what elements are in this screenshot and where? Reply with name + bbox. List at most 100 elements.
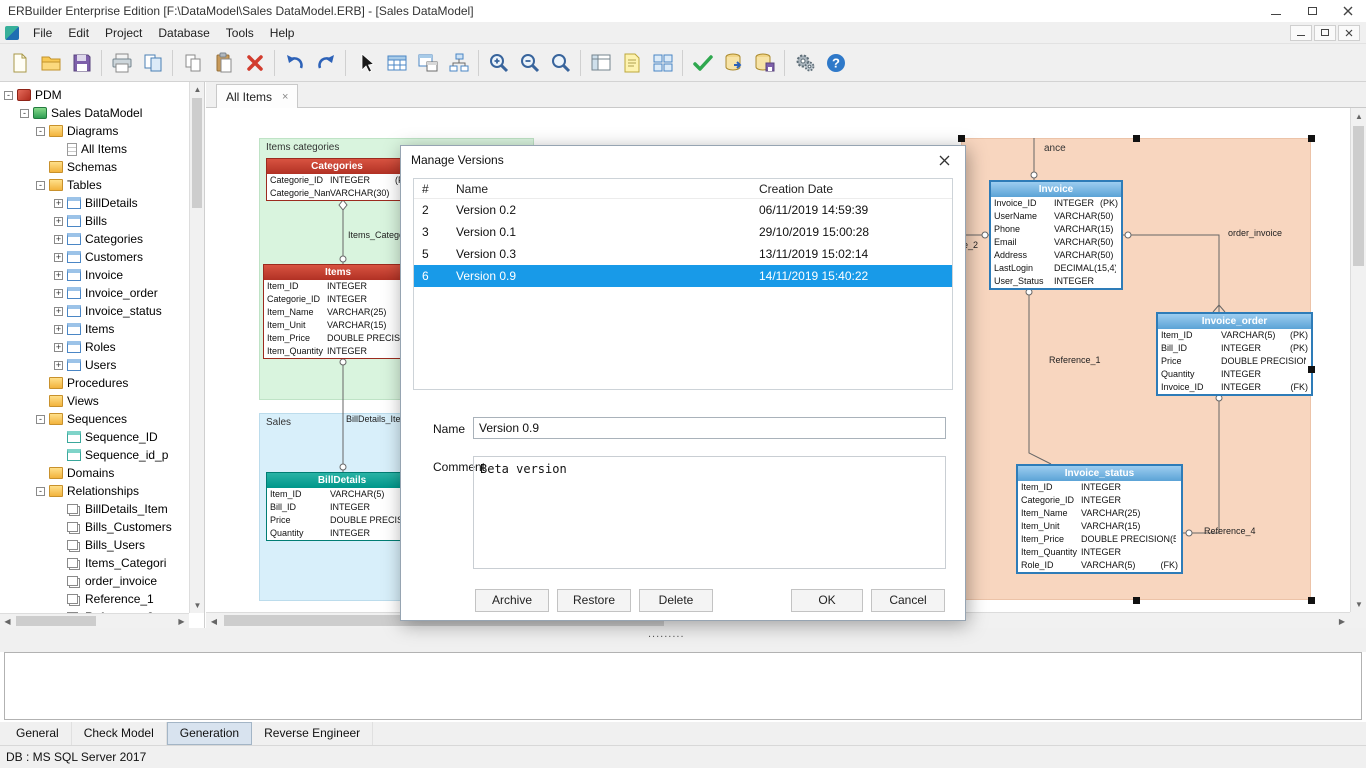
bottom-tab[interactable]: Check Model (72, 722, 167, 745)
tree-expander-icon[interactable] (36, 127, 45, 136)
minimize-button[interactable] (1258, 0, 1294, 22)
tree-item[interactable]: Roles (0, 338, 189, 356)
pointer-tool-button[interactable] (350, 48, 381, 78)
tab-close-icon[interactable] (282, 91, 288, 103)
scrollbar-thumb[interactable] (1353, 126, 1364, 266)
tree-item[interactable]: Invoice (0, 266, 189, 284)
tree-item[interactable]: order_invoice (0, 572, 189, 590)
splitter-grip[interactable]: ......... (648, 628, 685, 640)
bottom-tab[interactable]: Reverse Engineer (252, 722, 373, 745)
comment-input[interactable]: Beta version (473, 456, 946, 569)
scroll-left-icon[interactable] (206, 613, 222, 628)
zoom-in-button[interactable] (483, 48, 514, 78)
tree-item[interactable]: Sequence_ID (0, 428, 189, 446)
cancel-button[interactable]: Cancel (871, 589, 945, 612)
menu-item[interactable]: Project (97, 22, 150, 43)
canvas-vertical-scrollbar[interactable] (1350, 108, 1366, 612)
tree-item[interactable]: Users (0, 356, 189, 374)
tree-item[interactable]: Categories (0, 230, 189, 248)
tab-all-items[interactable]: All Items (216, 84, 298, 108)
mdi-minimize-button[interactable] (1290, 25, 1312, 41)
entity-billdetails[interactable]: BillDetails Item_IDVARCHAR(5)(PBill_IDIN… (266, 472, 418, 541)
tree-item[interactable]: Bills (0, 212, 189, 230)
tree-expander-icon[interactable] (54, 343, 63, 352)
delete-button[interactable] (239, 48, 270, 78)
scroll-down-icon[interactable] (190, 598, 205, 613)
entity-items[interactable]: Items Item_IDINTEGERCategorie_IDINTEGERI… (263, 264, 413, 359)
help-button[interactable]: ? (820, 48, 851, 78)
open-button[interactable] (35, 48, 66, 78)
tree-expander-icon[interactable] (54, 307, 63, 316)
menu-item[interactable]: Edit (60, 22, 97, 43)
tree-expander-icon[interactable] (4, 91, 13, 100)
name-input[interactable] (473, 417, 946, 439)
tree-horizontal-scrollbar[interactable] (0, 613, 189, 628)
zoom-out-button[interactable] (514, 48, 545, 78)
tree-item[interactable]: Procedures (0, 374, 189, 392)
undo-button[interactable] (279, 48, 310, 78)
print-button[interactable] (106, 48, 137, 78)
close-button[interactable] (1330, 0, 1366, 22)
scrollbar-thumb[interactable] (16, 616, 96, 626)
tree-item[interactable]: Diagrams (0, 122, 189, 140)
tree-item[interactable]: Sequences (0, 410, 189, 428)
ok-button[interactable]: OK (791, 589, 863, 612)
tree-item[interactable]: Bills_Users (0, 536, 189, 554)
tree-item[interactable]: PDM (0, 86, 189, 104)
tree-expander-icon[interactable] (20, 109, 29, 118)
entity-invoice[interactable]: Invoice Invoice_IDINTEGER(PK)UserNameVAR… (989, 180, 1123, 290)
tree-item[interactable]: Views (0, 392, 189, 410)
maximize-button[interactable] (1294, 0, 1330, 22)
menu-item[interactable]: Database (150, 22, 217, 43)
versions-list[interactable]: # Name Creation Date 2 Version 0.2 06/11… (413, 178, 953, 390)
tree-item[interactable]: Sequence_id_p (0, 446, 189, 464)
scroll-up-icon[interactable] (1351, 108, 1366, 124)
tree-item[interactable]: Reference_1 (0, 590, 189, 608)
entity-invoice-order[interactable]: Invoice_order Item_IDVARCHAR(5)(PK)Bill_… (1156, 312, 1313, 396)
table-editor-button[interactable] (412, 48, 443, 78)
panel-layout-button[interactable] (585, 48, 616, 78)
entity-invoice-status[interactable]: Invoice_status Item_IDINTEGERCategorie_I… (1016, 464, 1183, 574)
version-row[interactable]: 2 Version 0.2 06/11/2019 14:59:39 (414, 199, 952, 221)
entity-categories[interactable]: Categories Categorie_IDINTEGER(PCategori… (266, 158, 408, 201)
tree-item[interactable]: Invoice_order (0, 284, 189, 302)
bottom-tab[interactable]: General (4, 722, 72, 745)
tree-item[interactable]: All Items (0, 140, 189, 158)
selection-handle[interactable] (1133, 135, 1140, 142)
table-view-button[interactable] (381, 48, 412, 78)
new-file-button[interactable] (4, 48, 35, 78)
mdi-close-button[interactable] (1338, 25, 1360, 41)
tree-item[interactable]: Domains (0, 464, 189, 482)
tree-item[interactable]: Items (0, 320, 189, 338)
selection-handle[interactable] (1133, 597, 1140, 604)
tree-item[interactable]: Schemas (0, 158, 189, 176)
settings-button[interactable] (789, 48, 820, 78)
tree-expander-icon[interactable] (36, 487, 45, 496)
selection-handle[interactable] (1308, 366, 1315, 373)
redo-button[interactable] (310, 48, 341, 78)
scroll-right-icon[interactable] (174, 614, 189, 629)
menu-item[interactable]: Tools (218, 22, 262, 43)
print-preview-button[interactable] (137, 48, 168, 78)
tree-item[interactable]: Relationships (0, 482, 189, 500)
selection-handle[interactable] (958, 135, 965, 142)
horizontal-splitter[interactable]: ......... (0, 628, 1366, 652)
selection-handle[interactable] (1308, 597, 1315, 604)
tree-item[interactable]: BillDetails (0, 194, 189, 212)
database-save-button[interactable] (749, 48, 780, 78)
paste-button[interactable] (208, 48, 239, 78)
tree-item[interactable]: Customers (0, 248, 189, 266)
save-button[interactable] (66, 48, 97, 78)
tree-vertical-scrollbar[interactable] (189, 82, 204, 613)
tree-item[interactable]: Tables (0, 176, 189, 194)
menu-item[interactable]: File (25, 22, 60, 43)
tree-expander-icon[interactable] (54, 217, 63, 226)
dialog-close-button[interactable] (933, 149, 955, 171)
tree-item[interactable]: Items_Categori (0, 554, 189, 572)
tree-expander-icon[interactable] (36, 181, 45, 190)
tree-expander-icon[interactable] (54, 253, 63, 262)
card-view-button[interactable] (647, 48, 678, 78)
zoom-button[interactable] (545, 48, 576, 78)
scroll-left-icon[interactable] (0, 614, 15, 629)
copy-button[interactable] (177, 48, 208, 78)
